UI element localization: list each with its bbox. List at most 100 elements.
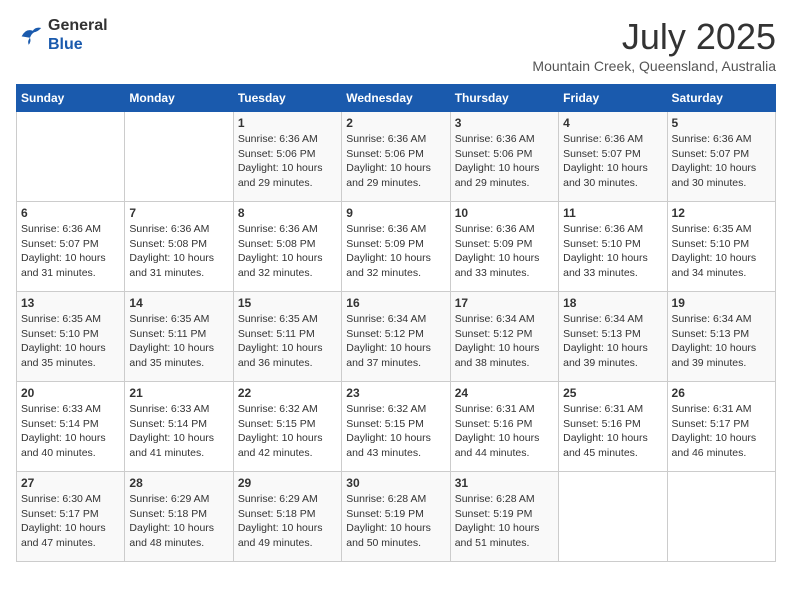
calendar-cell	[17, 112, 125, 202]
calendar-cell	[125, 112, 233, 202]
day-info: Sunrise: 6:34 AM Sunset: 5:13 PM Dayligh…	[563, 312, 662, 371]
day-number: 1	[238, 116, 337, 130]
day-info: Sunrise: 6:34 AM Sunset: 5:12 PM Dayligh…	[346, 312, 445, 371]
logo-line2: Blue	[48, 35, 108, 54]
day-number: 8	[238, 206, 337, 220]
calendar-cell: 26Sunrise: 6:31 AM Sunset: 5:17 PM Dayli…	[667, 382, 775, 472]
logo: General Blue	[16, 16, 108, 54]
day-info: Sunrise: 6:35 AM Sunset: 5:10 PM Dayligh…	[672, 222, 771, 281]
calendar-cell: 12Sunrise: 6:35 AM Sunset: 5:10 PM Dayli…	[667, 202, 775, 292]
day-info: Sunrise: 6:36 AM Sunset: 5:09 PM Dayligh…	[455, 222, 554, 281]
day-info: Sunrise: 6:36 AM Sunset: 5:07 PM Dayligh…	[672, 132, 771, 191]
calendar-cell: 18 Sunrise: 6:34 AM Sunset: 5:13 PM Dayli…	[559, 292, 667, 382]
logo-icon	[16, 21, 44, 49]
day-number: 3	[455, 116, 554, 130]
day-info: Sunrise: 6:29 AM Sunset: 5:18 PM Dayligh…	[129, 492, 228, 551]
calendar-cell: 27 Sunrise: 6:30 AM Sunset: 5:17 PM Dayli…	[17, 472, 125, 562]
calendar-cell: 30 Sunrise: 6:28 AM Sunset: 5:19 PM Dayli…	[342, 472, 450, 562]
day-info: Sunrise: 6:33 AM Sunset: 5:14 PM Dayligh…	[21, 402, 120, 461]
day-info: Sunrise: 6:31 AM Sunset: 5:16 PM Dayligh…	[563, 402, 662, 461]
calendar-cell: 3 Sunrise: 6:36 AM Sunset: 5:06 PM Daylig…	[450, 112, 558, 202]
calendar-cell: 4Sunrise: 6:36 AM Sunset: 5:07 PM Daylig…	[559, 112, 667, 202]
week-row-1: 1 Sunrise: 6:36 AM Sunset: 5:06 PM Daylig…	[17, 112, 776, 202]
calendar-cell: 13 Sunrise: 6:35 AM Sunset: 5:10 PM Dayli…	[17, 292, 125, 382]
weekday-header-row: SundayMondayTuesdayWednesdayThursdayFrid…	[17, 85, 776, 112]
calendar-cell: 1 Sunrise: 6:36 AM Sunset: 5:06 PM Daylig…	[233, 112, 341, 202]
calendar-cell: 21 Sunrise: 6:33 AM Sunset: 5:14 PM Dayli…	[125, 382, 233, 472]
day-number: 22	[238, 386, 337, 400]
weekday-header-monday: Monday	[125, 85, 233, 112]
day-info: Sunrise: 6:36 AM Sunset: 5:06 PM Dayligh…	[455, 132, 554, 191]
calendar-cell: 8 Sunrise: 6:36 AM Sunset: 5:08 PM Daylig…	[233, 202, 341, 292]
weekday-header-thursday: Thursday	[450, 85, 558, 112]
day-info: Sunrise: 6:36 AM Sunset: 5:06 PM Dayligh…	[346, 132, 445, 191]
day-info: Sunrise: 6:31 AM Sunset: 5:16 PM Dayligh…	[455, 402, 554, 461]
day-number: 25	[563, 386, 662, 400]
day-info: Sunrise: 6:36 AM Sunset: 5:07 PM Dayligh…	[21, 222, 120, 281]
week-row-2: 6Sunrise: 6:36 AM Sunset: 5:07 PM Daylig…	[17, 202, 776, 292]
calendar-cell: 11Sunrise: 6:36 AM Sunset: 5:10 PM Dayli…	[559, 202, 667, 292]
calendar-cell: 2 Sunrise: 6:36 AM Sunset: 5:06 PM Daylig…	[342, 112, 450, 202]
calendar-cell: 28 Sunrise: 6:29 AM Sunset: 5:18 PM Dayli…	[125, 472, 233, 562]
calendar-cell: 10 Sunrise: 6:36 AM Sunset: 5:09 PM Dayli…	[450, 202, 558, 292]
day-info: Sunrise: 6:36 AM Sunset: 5:09 PM Dayligh…	[346, 222, 445, 281]
title-area: July 2025 Mountain Creek, Queensland, Au…	[532, 16, 776, 74]
calendar-cell: 23 Sunrise: 6:32 AM Sunset: 5:15 PM Dayli…	[342, 382, 450, 472]
day-number: 10	[455, 206, 554, 220]
day-info: Sunrise: 6:34 AM Sunset: 5:12 PM Dayligh…	[455, 312, 554, 371]
day-number: 16	[346, 296, 445, 310]
day-info: Sunrise: 6:35 AM Sunset: 5:11 PM Dayligh…	[129, 312, 228, 371]
calendar-cell: 14 Sunrise: 6:35 AM Sunset: 5:11 PM Dayli…	[125, 292, 233, 382]
day-number: 9	[346, 206, 445, 220]
day-info: Sunrise: 6:33 AM Sunset: 5:14 PM Dayligh…	[129, 402, 228, 461]
day-number: 28	[129, 476, 228, 490]
week-row-3: 13 Sunrise: 6:35 AM Sunset: 5:10 PM Dayli…	[17, 292, 776, 382]
weekday-header-saturday: Saturday	[667, 85, 775, 112]
logo-line1: General	[48, 16, 108, 35]
calendar-cell: 17Sunrise: 6:34 AM Sunset: 5:12 PM Dayli…	[450, 292, 558, 382]
calendar-cell: 6Sunrise: 6:36 AM Sunset: 5:07 PM Daylig…	[17, 202, 125, 292]
day-number: 18	[563, 296, 662, 310]
week-row-5: 27 Sunrise: 6:30 AM Sunset: 5:17 PM Dayli…	[17, 472, 776, 562]
calendar-cell: 31Sunrise: 6:28 AM Sunset: 5:19 PM Dayli…	[450, 472, 558, 562]
day-info: Sunrise: 6:36 AM Sunset: 5:06 PM Dayligh…	[238, 132, 337, 191]
weekday-header-tuesday: Tuesday	[233, 85, 341, 112]
calendar-cell: 22Sunrise: 6:32 AM Sunset: 5:15 PM Dayli…	[233, 382, 341, 472]
day-number: 21	[129, 386, 228, 400]
day-number: 24	[455, 386, 554, 400]
calendar-cell: 7Sunrise: 6:36 AM Sunset: 5:08 PM Daylig…	[125, 202, 233, 292]
calendar-cell: 15 Sunrise: 6:35 AM Sunset: 5:11 PM Dayli…	[233, 292, 341, 382]
day-number: 23	[346, 386, 445, 400]
day-number: 27	[21, 476, 120, 490]
day-info: Sunrise: 6:35 AM Sunset: 5:11 PM Dayligh…	[238, 312, 337, 371]
calendar-table: SundayMondayTuesdayWednesdayThursdayFrid…	[16, 84, 776, 562]
day-info: Sunrise: 6:36 AM Sunset: 5:08 PM Dayligh…	[238, 222, 337, 281]
day-number: 20	[21, 386, 120, 400]
day-number: 2	[346, 116, 445, 130]
day-number: 14	[129, 296, 228, 310]
calendar-cell	[667, 472, 775, 562]
day-number: 7	[129, 206, 228, 220]
day-number: 13	[21, 296, 120, 310]
day-number: 5	[672, 116, 771, 130]
calendar-cell: 29Sunrise: 6:29 AM Sunset: 5:18 PM Dayli…	[233, 472, 341, 562]
day-info: Sunrise: 6:34 AM Sunset: 5:13 PM Dayligh…	[672, 312, 771, 371]
location: Mountain Creek, Queensland, Australia	[532, 58, 776, 74]
calendar-cell: 25 Sunrise: 6:31 AM Sunset: 5:16 PM Dayli…	[559, 382, 667, 472]
day-info: Sunrise: 6:35 AM Sunset: 5:10 PM Dayligh…	[21, 312, 120, 371]
calendar-cell: 9 Sunrise: 6:36 AM Sunset: 5:09 PM Daylig…	[342, 202, 450, 292]
day-number: 19	[672, 296, 771, 310]
day-info: Sunrise: 6:32 AM Sunset: 5:15 PM Dayligh…	[346, 402, 445, 461]
day-info: Sunrise: 6:30 AM Sunset: 5:17 PM Dayligh…	[21, 492, 120, 551]
weekday-header-friday: Friday	[559, 85, 667, 112]
calendar-cell: 19 Sunrise: 6:34 AM Sunset: 5:13 PM Dayli…	[667, 292, 775, 382]
week-row-4: 20 Sunrise: 6:33 AM Sunset: 5:14 PM Dayli…	[17, 382, 776, 472]
day-info: Sunrise: 6:28 AM Sunset: 5:19 PM Dayligh…	[346, 492, 445, 551]
day-number: 15	[238, 296, 337, 310]
day-number: 11	[563, 206, 662, 220]
day-number: 30	[346, 476, 445, 490]
day-number: 31	[455, 476, 554, 490]
weekday-header-sunday: Sunday	[17, 85, 125, 112]
day-info: Sunrise: 6:36 AM Sunset: 5:07 PM Dayligh…	[563, 132, 662, 191]
day-number: 29	[238, 476, 337, 490]
